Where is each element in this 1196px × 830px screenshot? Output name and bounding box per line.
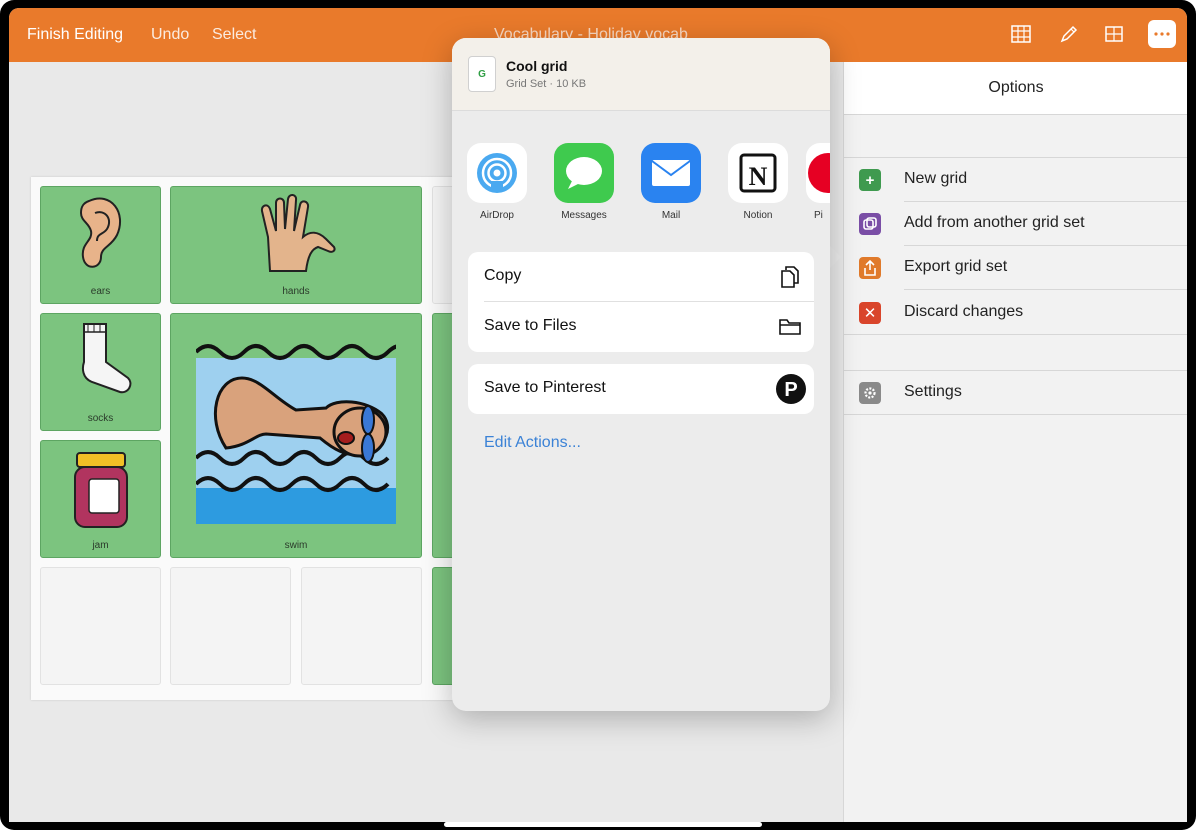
ear-icon <box>41 191 160 275</box>
app-label: Pi <box>814 210 823 221</box>
settings-item[interactable]: Settings <box>844 370 1187 415</box>
pencil-icon[interactable] <box>1057 22 1081 46</box>
options-panel: Options + New grid Add from another grid… <box>843 62 1187 822</box>
grid-cell-empty[interactable] <box>40 567 161 685</box>
hand-icon <box>171 191 421 277</box>
pinterest-icon <box>806 143 830 203</box>
notion-icon: N <box>728 143 788 203</box>
edit-actions-link[interactable]: Edit Actions... <box>484 434 581 452</box>
popover-arrow <box>829 245 841 269</box>
pinterest-icon: P <box>776 374 806 404</box>
app-label: Mail <box>661 210 681 221</box>
share-app-messages[interactable]: Messages <box>551 143 617 221</box>
mail-icon <box>641 143 701 203</box>
app-label: Notion <box>743 210 773 221</box>
more-icon[interactable] <box>1148 20 1176 48</box>
action-label: Save to Pinterest <box>484 379 606 396</box>
new-grid-item[interactable]: + New grid <box>844 157 1187 202</box>
action-label: Copy <box>484 267 522 284</box>
svg-text:P: P <box>784 379 797 401</box>
cell-label: hands <box>282 286 310 297</box>
cell-label: ears <box>90 286 111 297</box>
share-app-airdrop[interactable]: AirDrop <box>464 143 530 221</box>
share-sheet: G Cool grid Grid Set · 10 KB AirDrop Mes… <box>452 38 830 711</box>
grid-layout-icon[interactable] <box>1102 22 1126 46</box>
sock-icon <box>41 318 160 398</box>
option-label: Add from another grid set <box>904 214 1085 231</box>
copy-action[interactable]: Copy <box>468 252 814 302</box>
file-name: Cool grid <box>506 58 568 74</box>
save-to-pinterest-action[interactable]: Save to Pinterest P <box>468 364 814 414</box>
action-label: Save to Files <box>484 317 577 334</box>
app-label: AirDrop <box>480 210 514 221</box>
grid-cell-empty[interactable] <box>170 567 291 685</box>
pinterest-action-group: Save to Pinterest P <box>468 364 814 414</box>
copy-icon <box>778 265 802 289</box>
divider <box>844 414 1187 415</box>
export-grid-set-item[interactable]: Export grid set <box>844 246 1187 290</box>
grid-cell-ears[interactable]: ears <box>40 186 161 304</box>
grid-cell-hands[interactable]: hands <box>170 186 422 304</box>
close-icon: ✕ <box>859 302 881 324</box>
discard-changes-item[interactable]: ✕ Discard changes <box>844 291 1187 335</box>
cell-label: socks <box>87 413 114 424</box>
jam-jar-icon <box>41 451 160 531</box>
finish-editing-button[interactable]: Finish Editing <box>27 25 123 45</box>
options-title: Options <box>844 62 1187 115</box>
select-button[interactable]: Select <box>212 25 256 45</box>
undo-button[interactable]: Undo <box>151 25 189 45</box>
grid-cell-swim[interactable]: swim <box>170 313 422 558</box>
grid-file-icon: G <box>468 56 496 92</box>
svg-text:N: N <box>749 162 768 191</box>
home-indicator[interactable] <box>444 822 762 827</box>
add-from-grid-set-item[interactable]: Add from another grid set <box>844 202 1187 246</box>
app-label: Messages <box>561 210 607 221</box>
cell-label: swim <box>284 540 308 551</box>
copy-stack-icon <box>859 213 881 235</box>
file-meta: Grid Set · 10 KB <box>506 78 587 90</box>
share-app-notion[interactable]: N Notion <box>725 143 791 221</box>
option-label: Settings <box>904 383 962 400</box>
share-header: G Cool grid Grid Set · 10 KB <box>452 38 830 111</box>
export-icon <box>859 257 881 279</box>
option-label: New grid <box>904 170 968 187</box>
share-app-mail[interactable]: Mail <box>638 143 704 221</box>
airdrop-icon <box>467 143 527 203</box>
option-label: Discard changes <box>904 303 1024 320</box>
cell-label: jam <box>92 540 109 551</box>
grid-cell-jam[interactable]: jam <box>40 440 161 558</box>
share-actions-group: Copy Save to Files <box>468 252 814 352</box>
grid-cells-icon[interactable] <box>1009 22 1033 46</box>
swimmer-icon <box>171 338 421 524</box>
divider <box>904 289 1187 290</box>
messages-icon <box>554 143 614 203</box>
folder-icon <box>778 315 802 339</box>
save-to-files-action[interactable]: Save to Files <box>468 302 814 352</box>
vocab-grid: ears hands socks swim jam <box>31 177 461 700</box>
grid-cell-empty[interactable] <box>301 567 422 685</box>
grid-cell-socks[interactable]: socks <box>40 313 161 431</box>
divider <box>844 334 1187 335</box>
share-app-pinterest[interactable]: Pi <box>806 143 830 221</box>
option-label: Export grid set <box>904 258 1008 275</box>
ipad-frame: Finish Editing Undo Select Vocabulary - … <box>0 0 1196 830</box>
gear-icon <box>859 382 881 404</box>
plus-icon: + <box>859 169 881 191</box>
